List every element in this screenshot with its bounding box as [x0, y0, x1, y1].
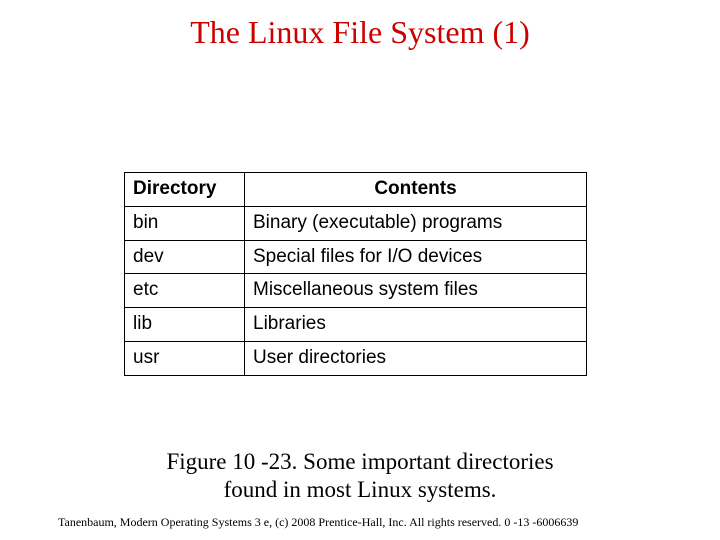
caption-line1: Figure 10 -23. Some important directorie… [166, 449, 553, 474]
cell-contents: Miscellaneous system files [245, 274, 587, 308]
cell-contents: Binary (executable) programs [245, 206, 587, 240]
cell-contents: User directories [245, 341, 587, 375]
cell-directory: etc [125, 274, 245, 308]
slide: The Linux File System (1) Directory Cont… [0, 0, 720, 540]
figure-caption: Figure 10 -23. Some important directorie… [0, 448, 720, 503]
cell-directory: bin [125, 206, 245, 240]
slide-title: The Linux File System (1) [0, 14, 720, 51]
caption-line2: found in most Linux systems. [224, 477, 497, 502]
cell-directory: usr [125, 341, 245, 375]
table-row: dev Special files for I/O devices [125, 240, 587, 274]
table-row: usr User directories [125, 341, 587, 375]
cell-directory: dev [125, 240, 245, 274]
directories-table-container: Directory Contents bin Binary (executabl… [124, 172, 586, 376]
table-row: etc Miscellaneous system files [125, 274, 587, 308]
table-row: lib Libraries [125, 308, 587, 342]
copyright-footer: Tanenbaum, Modern Operating Systems 3 e,… [58, 515, 578, 530]
cell-directory: lib [125, 308, 245, 342]
directories-table: Directory Contents bin Binary (executabl… [124, 172, 587, 376]
table-header-row: Directory Contents [125, 173, 587, 207]
header-directory: Directory [125, 173, 245, 207]
cell-contents: Libraries [245, 308, 587, 342]
header-contents: Contents [245, 173, 587, 207]
table-row: bin Binary (executable) programs [125, 206, 587, 240]
cell-contents: Special files for I/O devices [245, 240, 587, 274]
